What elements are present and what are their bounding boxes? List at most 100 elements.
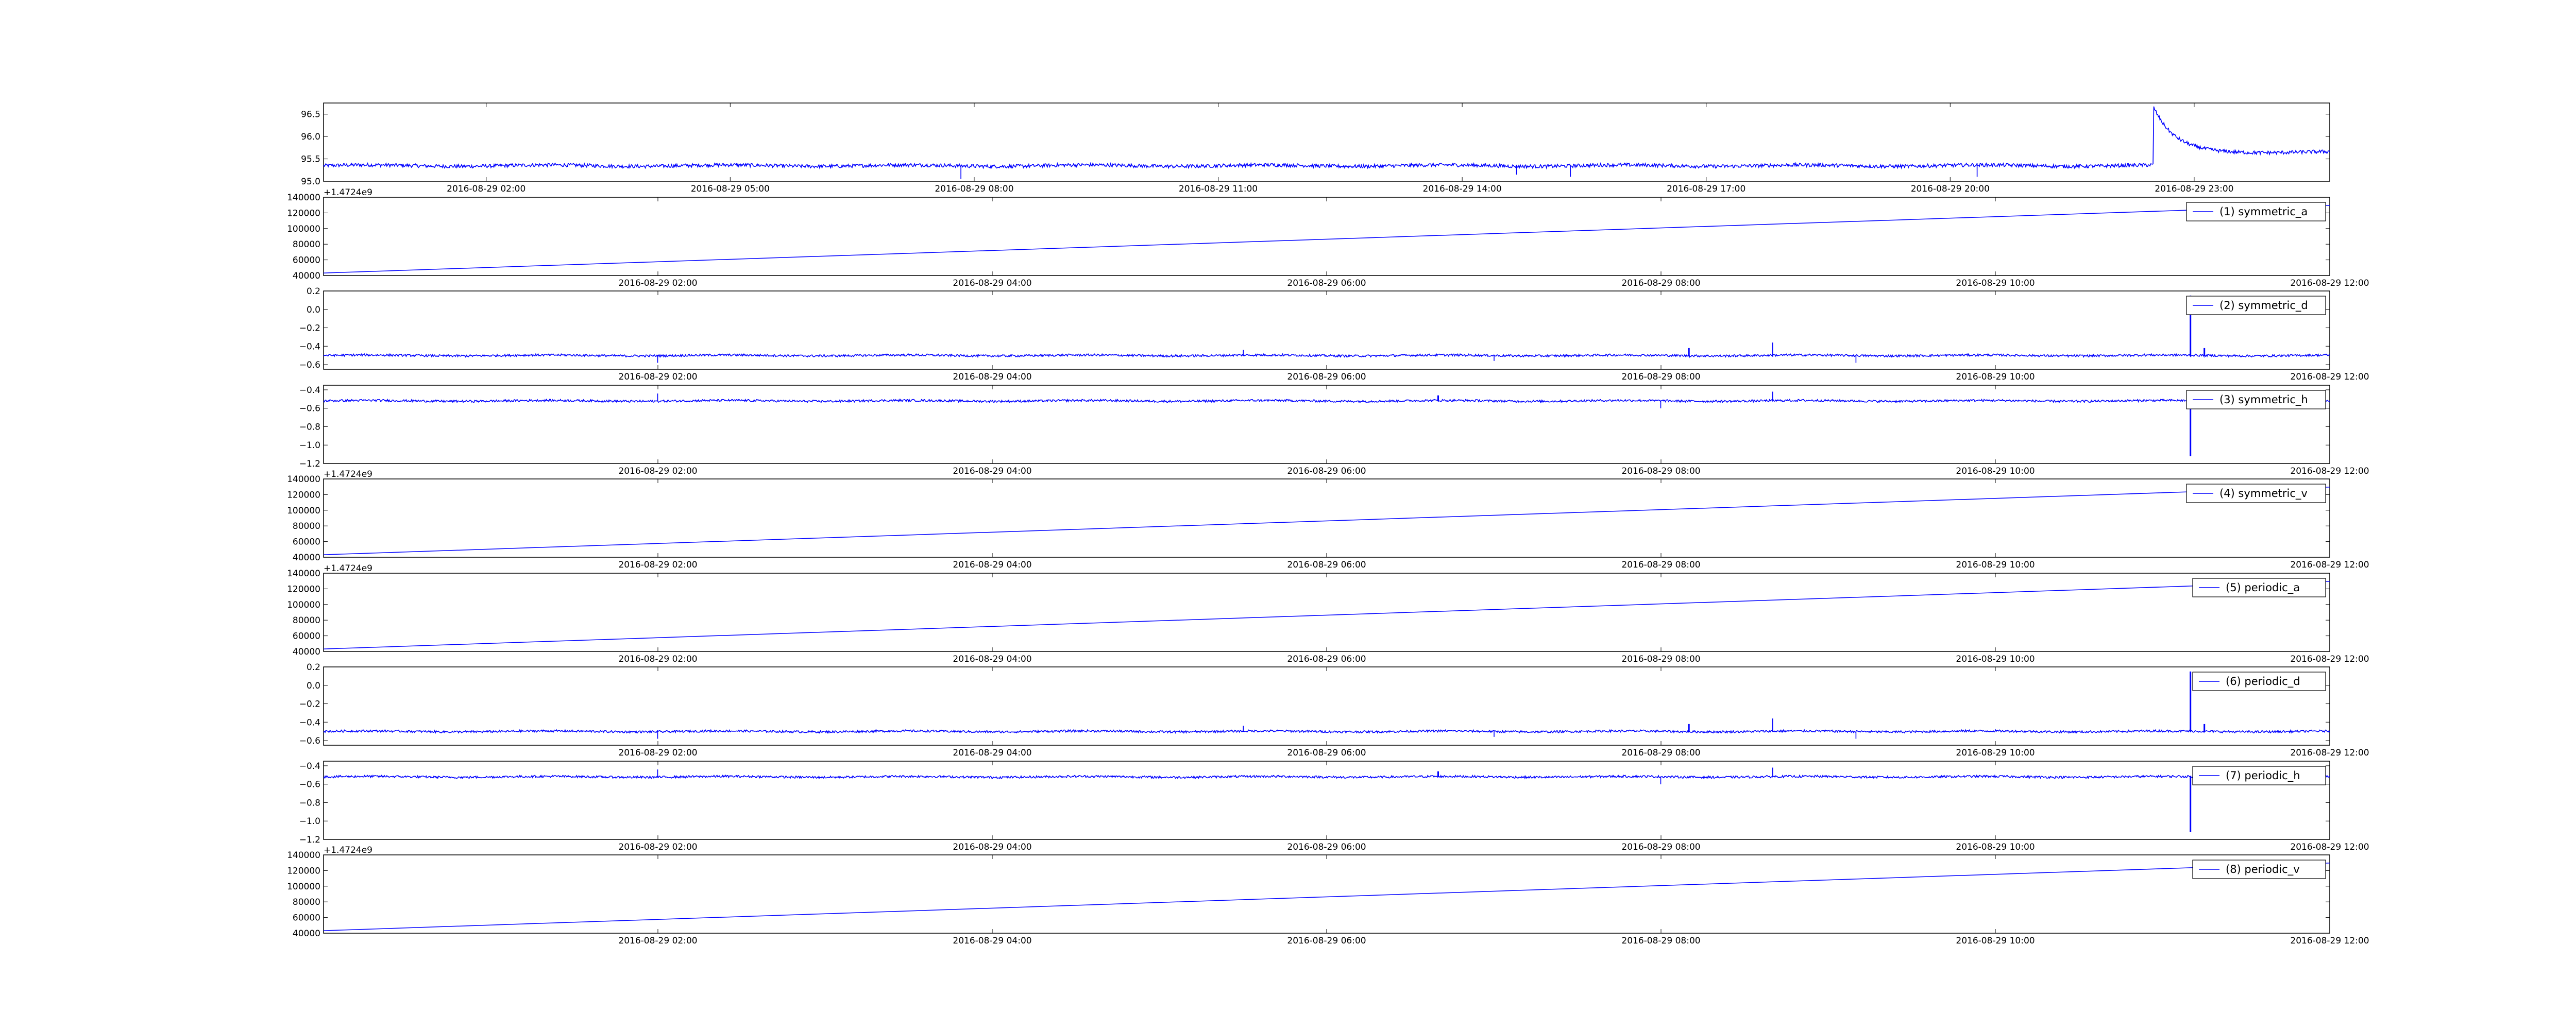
- y-tick-label: −1.2: [299, 835, 320, 845]
- x-tick-label: 2016-08-29 02:00: [618, 748, 697, 758]
- legend: (8) periodic_v: [2192, 860, 2326, 879]
- x-tick-label: 2016-08-29 12:00: [2290, 560, 2369, 570]
- legend-label: (5) periodic_a: [2226, 581, 2300, 594]
- series-line: [323, 671, 2330, 739]
- x-tick-label: 2016-08-29 04:00: [953, 372, 1031, 382]
- x-tick-label: 2016-08-29 12:00: [2290, 278, 2369, 288]
- y-tick-label: 0.2: [307, 286, 320, 297]
- y-tick-label: 60000: [293, 537, 320, 547]
- y-tick-label: −0.2: [299, 323, 320, 334]
- y-tick-label: 120000: [287, 490, 320, 500]
- subplot-8: 40000 60000 80000 100000 120000 140000 2016-08…: [287, 845, 2369, 946]
- offset-label: +1.4724e9: [324, 187, 372, 198]
- x-tick-label: 2016-08-29 02:00: [618, 466, 697, 476]
- y-tick-label: 95.0: [301, 177, 320, 187]
- y-tick-label: 140000: [287, 569, 320, 579]
- y-tick-label: −0.4: [299, 341, 320, 352]
- series-line: [323, 391, 2330, 456]
- x-tick-label: 2016-08-29 10:00: [1956, 278, 2035, 288]
- x-tick-label: 2016-08-29 02:00: [618, 654, 697, 664]
- x-tick-label: 2016-08-29 04:00: [953, 842, 1031, 852]
- y-tick-label: −0.6: [299, 736, 320, 746]
- legend-label: (7) periodic_h: [2226, 769, 2300, 782]
- y-tick-label: 40000: [293, 553, 320, 563]
- axes-frame: [323, 385, 2330, 464]
- axes-frame: [323, 854, 2330, 934]
- subplot-7: −1.2 −1.0 −0.8 −0.6 −0.4 2016-08-29 02:00 2016…: [299, 761, 2369, 852]
- offset-label: +1.4724e9: [324, 563, 372, 574]
- x-tick-label: 2016-08-29 04:00: [953, 466, 1031, 476]
- x-tick-label: 2016-08-29 08:00: [1621, 842, 1700, 852]
- legend-label: (1) symmetric_a: [2219, 205, 2308, 218]
- y-tick-label: 96.5: [301, 110, 320, 120]
- y-tick-label: −0.4: [299, 717, 320, 728]
- y-tick-label: −1.0: [299, 816, 320, 827]
- x-tick-label: 2016-08-29 02:00: [618, 560, 697, 570]
- x-tick-label: 2016-08-29 06:00: [1287, 560, 1366, 570]
- x-tick-label: 2016-08-29 08:00: [1621, 560, 1700, 570]
- x-tick-label: 2016-08-29 06:00: [1287, 372, 1366, 382]
- x-tick-label: 2016-08-29 10:00: [1956, 372, 2035, 382]
- x-tick-label: 2016-08-29 02:00: [618, 372, 697, 382]
- series-line: [323, 581, 2330, 649]
- x-tick-label: 2016-08-29 23:00: [2155, 184, 2233, 194]
- y-tick-label: 60000: [293, 631, 320, 642]
- axes-frame: [323, 666, 2330, 746]
- y-tick-label: −1.2: [299, 459, 320, 469]
- x-tick-label: 2016-08-29 06:00: [1287, 466, 1366, 476]
- x-tick-label: 2016-08-29 06:00: [1287, 842, 1366, 852]
- x-tick-label: 2016-08-29 11:00: [1179, 184, 1258, 194]
- x-tick-label: 2016-08-29 08:00: [935, 184, 1013, 194]
- y-tick-label: −0.6: [299, 404, 320, 414]
- x-tick-label: 2016-08-29 08:00: [1621, 654, 1700, 664]
- axes-frame: [323, 573, 2330, 652]
- offset-label: +1.4724e9: [324, 469, 372, 479]
- axes-frame: [323, 761, 2330, 840]
- x-tick-label: 2016-08-29 06:00: [1287, 654, 1366, 664]
- x-tick-label: 2016-08-29 20:00: [1911, 184, 1990, 194]
- x-tick-label: 2016-08-29 08:00: [1621, 936, 1700, 946]
- x-tick-label: 2016-08-29 06:00: [1287, 748, 1366, 758]
- y-tick-label: −1.0: [299, 440, 320, 451]
- y-tick-label: 140000: [287, 850, 320, 861]
- series-line: [323, 767, 2330, 832]
- x-tick-label: 2016-08-29 08:00: [1621, 278, 1700, 288]
- x-tick-label: 2016-08-29 14:00: [1423, 184, 1502, 194]
- x-tick-label: 2016-08-29 04:00: [953, 278, 1031, 288]
- x-tick-label: 2016-08-29 02:00: [618, 936, 697, 946]
- subplot-1: 40000 60000 80000 100000 120000 140000 2016-08…: [287, 187, 2369, 288]
- x-tick-label: 2016-08-29 10:00: [1956, 560, 2035, 570]
- legend: (6) periodic_d: [2192, 672, 2326, 691]
- series-line: [323, 487, 2330, 555]
- subplot-6: −0.6 −0.4 −0.2 0.0 0.2 2016-08-29 02:00 2016-0…: [299, 662, 2369, 758]
- legend-label: (6) periodic_d: [2226, 675, 2300, 688]
- legend: (2) symmetric_d: [2186, 296, 2326, 315]
- y-tick-label: 100000: [287, 506, 320, 516]
- y-tick-label: 100000: [287, 224, 320, 234]
- y-tick-label: −0.4: [299, 761, 320, 771]
- y-tick-label: −0.8: [299, 422, 320, 432]
- axes-frame: [323, 102, 2330, 182]
- subplot-3: −1.2 −1.0 −0.8 −0.6 −0.4 2016-08-29 02:00 2016…: [299, 385, 2369, 476]
- y-tick-label: 40000: [293, 929, 320, 939]
- x-tick-label: 2016-08-29 04:00: [953, 936, 1031, 946]
- x-tick-label: 2016-08-29 02:00: [618, 278, 697, 288]
- x-tick-label: 2016-08-29 12:00: [2290, 372, 2369, 382]
- y-tick-label: 100000: [287, 600, 320, 610]
- series-line: [323, 106, 2330, 179]
- y-tick-label: −0.6: [299, 360, 320, 370]
- y-tick-label: 120000: [287, 584, 320, 594]
- x-tick-label: 2016-08-29 17:00: [1667, 184, 1745, 194]
- y-tick-label: 0.2: [307, 662, 320, 673]
- x-tick-label: 2016-08-29 04:00: [953, 748, 1031, 758]
- legend-label: (2) symmetric_d: [2219, 299, 2308, 312]
- offset-label: +1.4724e9: [324, 845, 372, 855]
- y-tick-label: 80000: [293, 239, 320, 250]
- legend: (3) symmetric_h: [2186, 390, 2326, 409]
- x-tick-label: 2016-08-29 10:00: [1956, 936, 2035, 946]
- x-tick-label: 2016-08-29 12:00: [2290, 466, 2369, 476]
- y-tick-label: 120000: [287, 208, 320, 218]
- legend: (1) symmetric_a: [2186, 202, 2326, 221]
- y-tick-label: −0.4: [299, 385, 320, 396]
- x-tick-label: 2016-08-29 10:00: [1956, 654, 2035, 664]
